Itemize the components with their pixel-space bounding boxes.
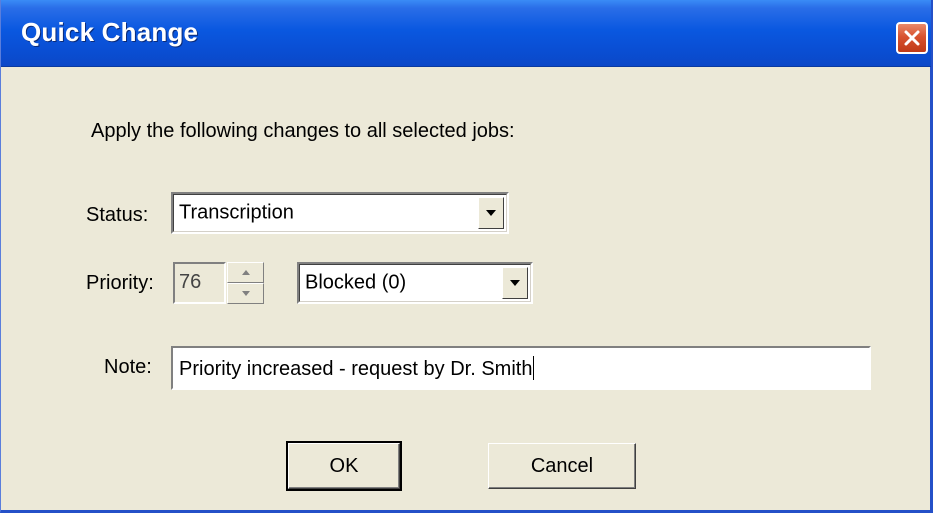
spin-down-icon <box>241 291 250 296</box>
status-value: Transcription <box>179 201 294 224</box>
title-bar[interactable]: Quick Change <box>1 0 931 67</box>
status-dropdown[interactable]: Transcription <box>171 192 509 234</box>
dropdown-arrow-icon <box>510 280 520 286</box>
priority-spinner <box>227 262 264 304</box>
priority-number-value: 76 <box>179 271 202 293</box>
quick-change-dialog: Quick Change Apply the following changes… <box>0 0 933 513</box>
priority-increment-button[interactable] <box>227 262 264 283</box>
dropdown-arrow-icon <box>486 210 496 216</box>
dialog-title: Quick Change <box>21 17 199 47</box>
priority-number-field[interactable]: 76 <box>173 262 226 304</box>
spin-up-icon <box>241 270 250 275</box>
close-icon <box>904 30 920 46</box>
note-value: Priority increased - request by Dr. Smit… <box>179 358 533 380</box>
status-dropdown-arrow[interactable] <box>478 197 504 229</box>
priority-label: Priority: <box>86 272 154 294</box>
text-cursor <box>533 356 535 380</box>
cancel-button[interactable]: Cancel <box>488 443 636 489</box>
priority-decrement-button[interactable] <box>227 283 264 304</box>
priority-level-dropdown[interactable]: Blocked (0) <box>297 262 533 304</box>
instruction-text: Apply the following changes to all selec… <box>91 120 515 142</box>
close-button[interactable] <box>896 22 928 54</box>
priority-level-dropdown-arrow[interactable] <box>502 267 528 299</box>
note-label: Note: <box>104 356 152 378</box>
ok-button[interactable]: OK <box>286 441 402 491</box>
note-field[interactable]: Priority increased - request by Dr. Smit… <box>171 346 871 390</box>
priority-level-value: Blocked (0) <box>305 271 407 294</box>
status-label: Status: <box>86 204 149 226</box>
